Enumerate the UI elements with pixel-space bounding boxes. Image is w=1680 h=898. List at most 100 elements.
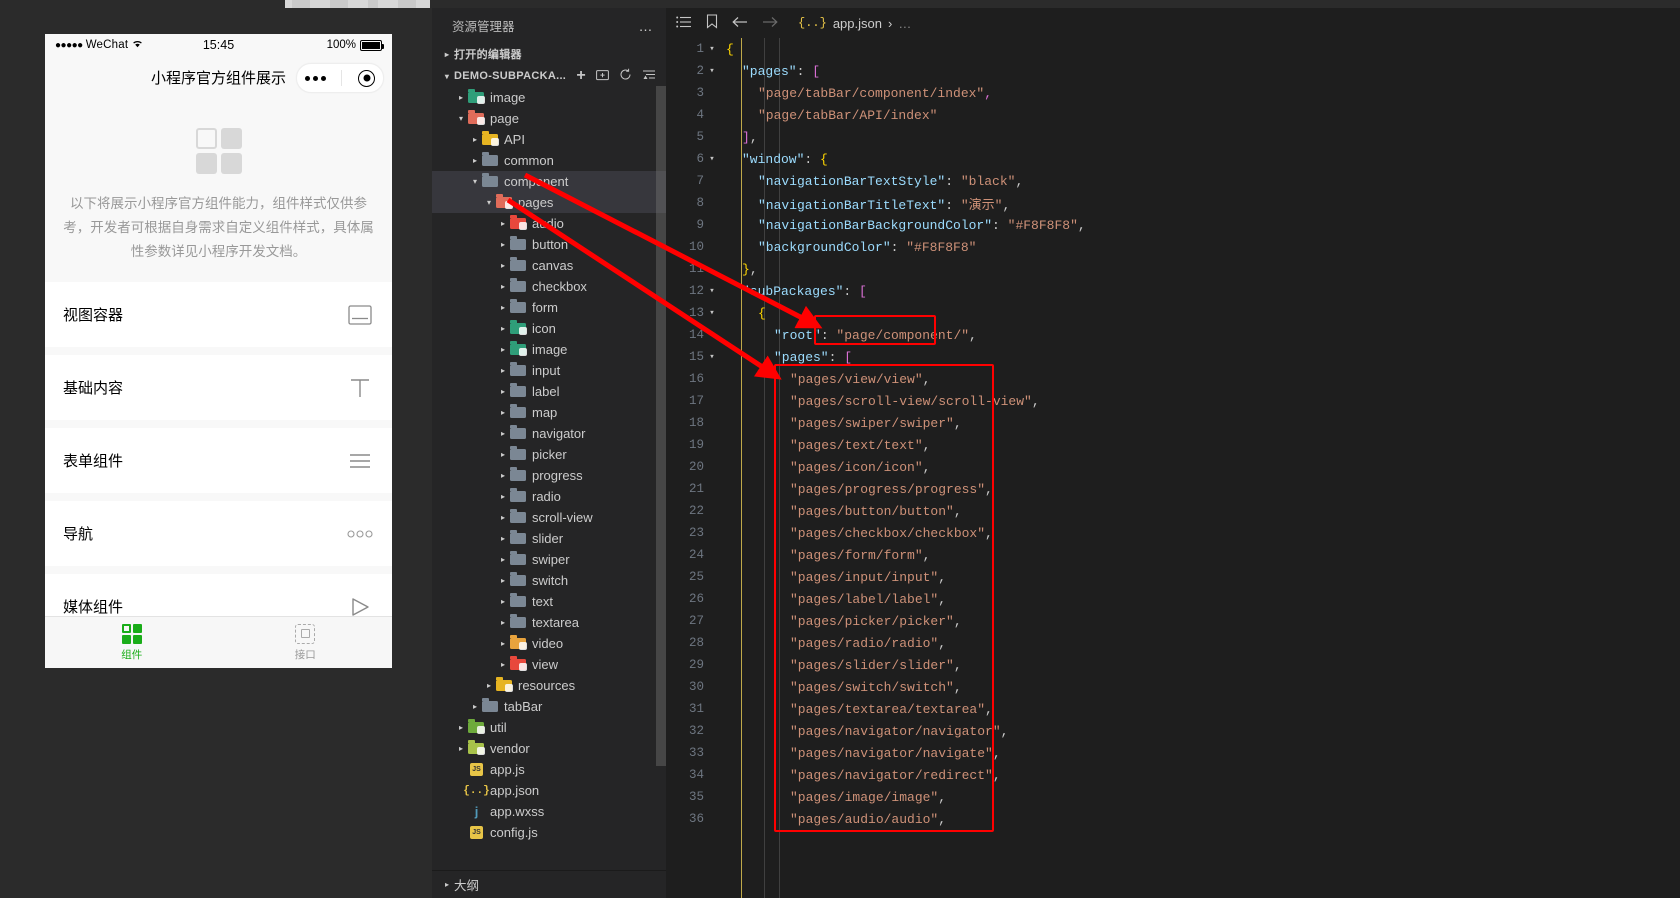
code-line[interactable]: 26 "pages/label/label", xyxy=(666,588,1680,610)
tree-item-swiper[interactable]: ▸ swiper xyxy=(432,549,666,570)
code-line[interactable]: 24 "pages/form/form", xyxy=(666,544,1680,566)
wechat-capsule-button[interactable] xyxy=(296,63,384,93)
editor-minimap[interactable] xyxy=(1666,38,1680,898)
code-line[interactable]: 35 "pages/image/image", xyxy=(666,786,1680,808)
chevron-right-icon[interactable]: ▸ xyxy=(496,387,510,396)
chevron-right-icon[interactable]: ▸ xyxy=(496,219,510,228)
code-area[interactable]: 1 ▾{2 ▾ "pages": [3 "page/tabBar/component/i… xyxy=(666,38,1680,898)
code-line[interactable]: 8 "navigationBarTitleText": "演示", xyxy=(666,192,1680,214)
code-line[interactable]: 30 "pages/switch/switch", xyxy=(666,676,1680,698)
breadcrumb-file[interactable]: app.json xyxy=(833,16,882,31)
chevron-right-icon[interactable]: ▸ xyxy=(468,156,482,165)
tree-item-image[interactable]: ▸ image xyxy=(432,339,666,360)
code-line[interactable]: 6 ▾ "window": { xyxy=(666,148,1680,170)
titlebar-button-1[interactable] xyxy=(292,0,310,8)
tree-item-progress[interactable]: ▸ progress xyxy=(432,465,666,486)
tree-item-view[interactable]: ▸ view xyxy=(432,654,666,675)
tree-item-pages[interactable]: ▾ pages xyxy=(432,192,666,213)
explorer-more-icon[interactable]: … xyxy=(639,18,655,34)
code-line[interactable]: 36 "pages/audio/audio", xyxy=(666,808,1680,830)
tree-item-button[interactable]: ▸ button xyxy=(432,234,666,255)
code-line[interactable]: 33 "pages/navigator/navigate", xyxy=(666,742,1680,764)
chevron-right-icon[interactable]: ▸ xyxy=(496,261,510,270)
chevron-right-icon[interactable]: ▸ xyxy=(496,597,510,606)
chevron-right-icon[interactable]: ▸ xyxy=(496,576,510,585)
code-line[interactable]: 1 ▾ { xyxy=(666,38,1680,60)
tree-item-navigator[interactable]: ▸ navigator xyxy=(432,423,666,444)
chevron-right-icon[interactable]: ▸ xyxy=(454,723,468,732)
tree-item-switch[interactable]: ▸ switch xyxy=(432,570,666,591)
code-line[interactable]: 2 ▾ "pages": [ xyxy=(666,60,1680,82)
chevron-right-icon[interactable]: ▸ xyxy=(496,303,510,312)
chevron-right-icon[interactable]: ▸ xyxy=(496,639,510,648)
chevron-down-icon[interactable]: ▾ xyxy=(482,198,496,207)
code-line[interactable]: 12 ▾ "subPackages": [ xyxy=(666,280,1680,302)
tree-item-text[interactable]: ▸ text xyxy=(432,591,666,612)
list-item[interactable]: 视图容器 xyxy=(45,282,392,347)
capsule-menu-icon[interactable] xyxy=(304,75,326,81)
fold-chevron-icon[interactable]: ▾ xyxy=(704,352,720,362)
chevron-right-icon[interactable]: ▸ xyxy=(482,681,496,690)
code-line[interactable]: 19 "pages/text/text", xyxy=(666,434,1680,456)
code-line[interactable]: 22 "pages/button/button", xyxy=(666,500,1680,522)
chevron-right-icon[interactable]: ▸ xyxy=(496,660,510,669)
tree-item-app-js[interactable]: ▸JSapp.js xyxy=(432,759,666,780)
code-line[interactable]: 7 "navigationBarTextStyle": "black", xyxy=(666,170,1680,192)
chevron-right-icon[interactable]: ▸ xyxy=(496,282,510,291)
tree-item-config-js[interactable]: ▸JSconfig.js xyxy=(432,822,666,843)
chevron-right-icon[interactable]: ▸ xyxy=(496,408,510,417)
fold-chevron-icon[interactable]: ▾ xyxy=(704,66,720,76)
tree-item-video[interactable]: ▸ video xyxy=(432,633,666,654)
titlebar-button-3[interactable] xyxy=(368,0,378,8)
code-line[interactable]: 11}, xyxy=(666,258,1680,280)
list-item[interactable]: 基础内容 xyxy=(45,355,392,420)
tree-item-audio[interactable]: ▸ audio xyxy=(432,213,666,234)
chevron-right-icon[interactable]: ▸ xyxy=(496,429,510,438)
tree-item-input[interactable]: ▸ input xyxy=(432,360,666,381)
tree-item-slider[interactable]: ▸ slider xyxy=(432,528,666,549)
fold-chevron-icon[interactable]: ▾ xyxy=(704,308,720,318)
titlebar-button-2[interactable] xyxy=(330,0,348,8)
collapse-all-icon[interactable] xyxy=(642,69,656,84)
tab-api[interactable]: 接口 xyxy=(219,617,393,668)
open-editors-section[interactable]: ▸ 打开的编辑器 xyxy=(432,43,666,65)
tree-item-icon[interactable]: ▸ icon xyxy=(432,318,666,339)
code-line[interactable]: 3 "page/tabBar/component/index", xyxy=(666,82,1680,104)
arrow-right-icon[interactable] xyxy=(762,16,778,31)
code-line[interactable]: 28 "pages/radio/radio", xyxy=(666,632,1680,654)
code-line[interactable]: 32 "pages/navigator/navigator", xyxy=(666,720,1680,742)
code-line[interactable]: 13 ▾ { xyxy=(666,302,1680,324)
code-line[interactable]: 14 "root": "page/component/", xyxy=(666,324,1680,346)
chevron-right-icon[interactable]: ▸ xyxy=(496,618,510,627)
code-line[interactable]: 21 "pages/progress/progress", xyxy=(666,478,1680,500)
chevron-right-icon[interactable]: ▸ xyxy=(496,555,510,564)
chevron-right-icon[interactable]: ▸ xyxy=(496,492,510,501)
chevron-right-icon[interactable]: ▸ xyxy=(496,240,510,249)
code-line[interactable]: 4 "page/tabBar/API/index" xyxy=(666,104,1680,126)
tree-item-component[interactable]: ▾ component xyxy=(432,171,666,192)
code-line[interactable]: 20 "pages/icon/icon", xyxy=(666,456,1680,478)
chevron-down-icon[interactable]: ▾ xyxy=(454,114,468,123)
tree-item-textarea[interactable]: ▸ textarea xyxy=(432,612,666,633)
fold-chevron-icon[interactable]: ▾ xyxy=(704,44,720,54)
project-section[interactable]: ▾ DEMO-SUBPACKA... + xyxy=(432,65,666,87)
chevron-right-icon[interactable]: ▸ xyxy=(496,513,510,522)
tree-item-page[interactable]: ▾ page xyxy=(432,108,666,129)
code-line[interactable]: 27 "pages/picker/picker", xyxy=(666,610,1680,632)
refresh-icon[interactable] xyxy=(619,68,632,84)
tree-item-label[interactable]: ▸ label xyxy=(432,381,666,402)
chevron-right-icon[interactable]: ▸ xyxy=(496,366,510,375)
new-file-icon[interactable]: + xyxy=(576,68,586,84)
chevron-right-icon[interactable]: ▸ xyxy=(454,744,468,753)
code-line[interactable]: 23 "pages/checkbox/checkbox", xyxy=(666,522,1680,544)
chevron-right-icon[interactable]: ▸ xyxy=(454,93,468,102)
tree-item-vendor[interactable]: ▸ vendor xyxy=(432,738,666,759)
tree-item-scroll-view[interactable]: ▸ scroll-view xyxy=(432,507,666,528)
chevron-down-icon[interactable]: ▾ xyxy=(468,177,482,186)
tree-item-app-wxss[interactable]: ▸ϳapp.wxss xyxy=(432,801,666,822)
tree-item-map[interactable]: ▸ map xyxy=(432,402,666,423)
code-line[interactable]: 29 "pages/slider/slider", xyxy=(666,654,1680,676)
tree-item-util[interactable]: ▸ util xyxy=(432,717,666,738)
chevron-right-icon[interactable]: ▸ xyxy=(496,345,510,354)
tree-item-radio[interactable]: ▸ radio xyxy=(432,486,666,507)
